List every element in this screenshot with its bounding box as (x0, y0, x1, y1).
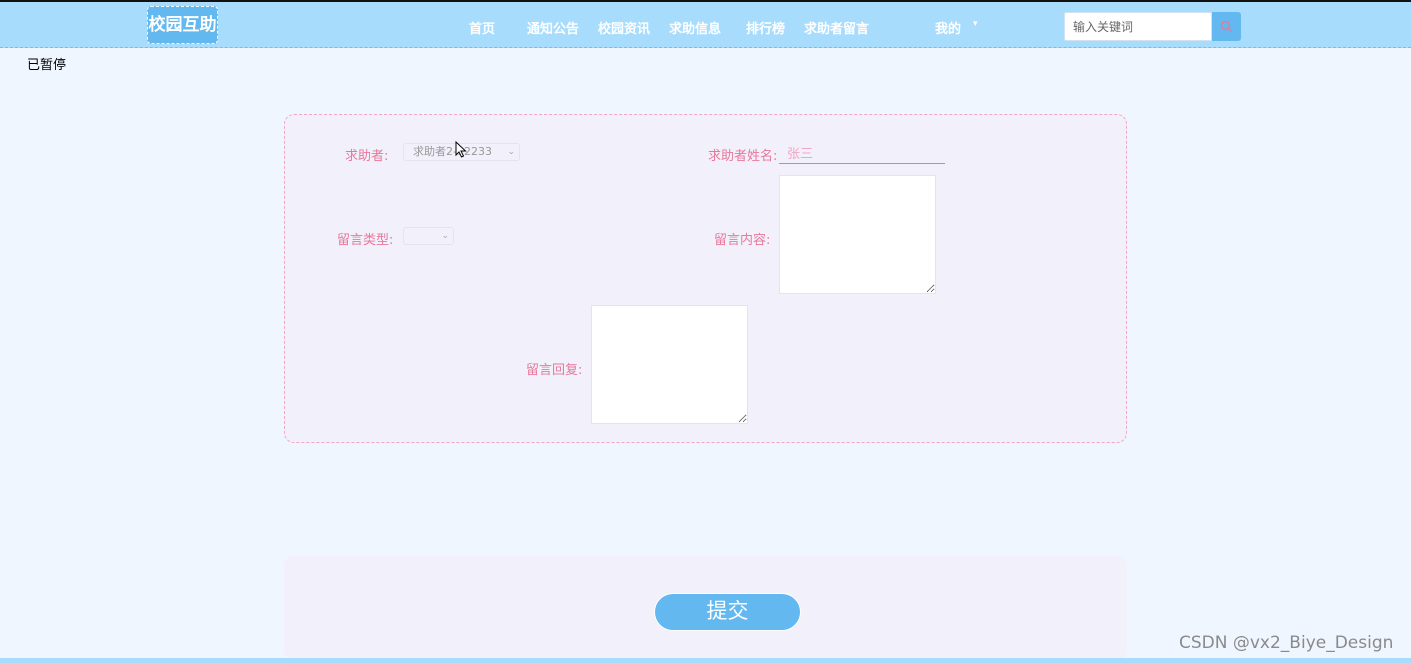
search-button[interactable] (1212, 12, 1241, 41)
nav-notices[interactable]: 通知公告 (527, 18, 579, 37)
message-content-textarea[interactable] (779, 175, 936, 294)
top-navbar: 校园互助 首页 通知公告 校园资讯 求助信息 排行榜 求助者留言 我的 ▾ (0, 2, 1411, 48)
message-type-label: 留言类型: (337, 233, 394, 248)
chevron-down-icon[interactable]: ▾ (973, 19, 978, 29)
csdn-watermark: CSDN @vx2_Biye_Design (1179, 633, 1394, 653)
nav-helper-messages[interactable]: 求助者留言 (804, 18, 869, 37)
submit-button[interactable]: 提交 (654, 593, 801, 631)
mouse-cursor-icon (455, 141, 467, 158)
search-input[interactable] (1064, 12, 1212, 41)
nav-help-info[interactable]: 求助信息 (669, 18, 721, 37)
site-logo[interactable]: 校园互助 (147, 6, 218, 44)
message-reply-label: 留言回复: (526, 363, 583, 378)
bottom-bar (0, 658, 1411, 663)
nav-campus-news[interactable]: 校园资讯 (598, 18, 650, 37)
nav-mine[interactable]: 我的 (935, 18, 961, 37)
helper-select-value: 求助者2-12233 (413, 145, 492, 158)
search-icon (1220, 20, 1233, 33)
helper-label: 求助者: (345, 149, 389, 164)
helper-name-label: 求助者姓名: (708, 149, 778, 164)
nav-leaderboard[interactable]: 排行榜 (746, 18, 785, 37)
message-type-select[interactable]: ⌄ (403, 227, 454, 245)
chevron-down-icon: ⌄ (441, 231, 449, 241)
helper-name-field[interactable] (779, 142, 945, 164)
nav-home[interactable]: 首页 (469, 18, 495, 37)
message-content-label: 留言内容: (714, 233, 771, 248)
paused-indicator: 已暂停 (27, 58, 67, 73)
chevron-down-icon: ⌄ (507, 147, 515, 157)
message-reply-textarea[interactable] (591, 305, 748, 424)
